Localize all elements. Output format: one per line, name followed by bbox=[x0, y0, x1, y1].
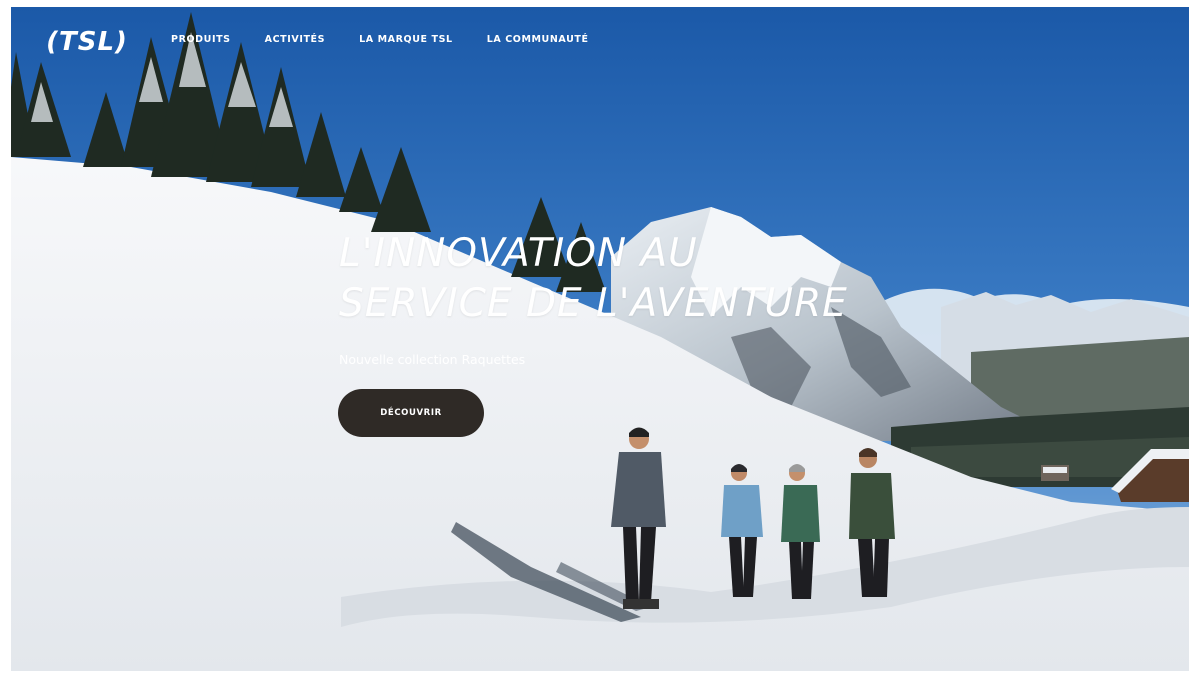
nav-item-produits[interactable]: PRODUITS bbox=[171, 34, 231, 45]
hero-section: (TSL) PRODUITS ACTIVITÉS LA MARQUE TSL L… bbox=[11, 7, 1189, 671]
tsl-logo[interactable]: (TSL) bbox=[33, 24, 141, 60]
hero-title-line-2: SERVICE DE L'AVENTURE bbox=[339, 281, 848, 326]
hero-background-image bbox=[11, 7, 1189, 671]
nav-item-la-marque-tsl[interactable]: LA MARQUE TSL bbox=[359, 34, 453, 45]
top-navigation-bar: (TSL) PRODUITS ACTIVITÉS LA MARQUE TSL L… bbox=[11, 7, 1189, 77]
hero-subtitle: Nouvelle collection Raquettes bbox=[339, 352, 526, 367]
nav-item-activites[interactable]: ACTIVITÉS bbox=[265, 34, 325, 45]
logo-text: (TSL) bbox=[46, 27, 128, 57]
nav-item-la-communaute[interactable]: LA COMMUNAUTÉ bbox=[487, 34, 589, 45]
main-nav: PRODUITS ACTIVITÉS LA MARQUE TSL LA COMM… bbox=[171, 34, 589, 45]
decouvrir-button[interactable]: DÉCOUVRIR bbox=[338, 389, 484, 437]
hero-title-line-1: L'INNOVATION AU bbox=[339, 231, 698, 276]
hero-title: L'INNOVATION AU SERVICE DE L'AVENTURE bbox=[339, 229, 848, 329]
